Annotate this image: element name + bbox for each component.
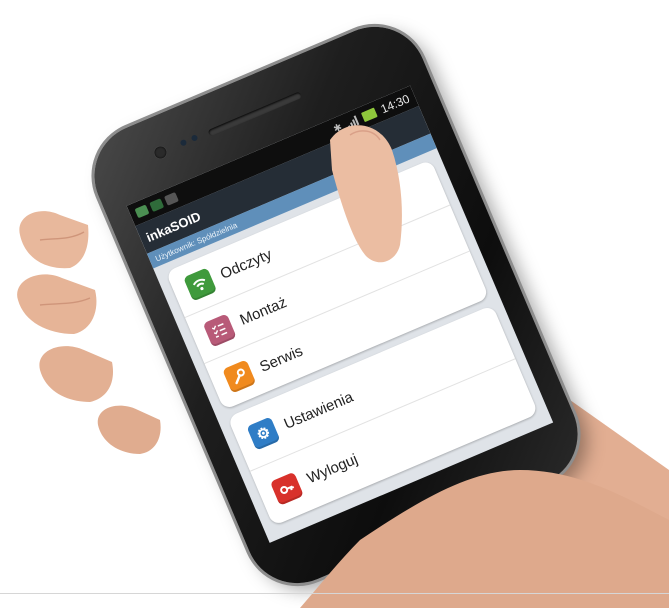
wifi-icon <box>182 266 218 302</box>
checklist-icon <box>202 312 237 348</box>
menu-item-label: Odczyty <box>217 245 275 283</box>
notification-icon <box>134 204 150 219</box>
bluetooth-icon: ✱ <box>331 121 344 135</box>
key-icon <box>269 471 304 506</box>
wrench-icon <box>222 359 257 394</box>
signal-icon <box>345 115 360 129</box>
divider-line <box>0 593 669 594</box>
notification-icon <box>163 191 179 206</box>
menu-item-label: Serwis <box>257 342 306 376</box>
gear-icon: ⚙ <box>246 416 281 451</box>
battery-icon <box>360 107 378 123</box>
scene: ✱ 14:30 inkaSOID Użytkownik: Spółdzielni… <box>0 0 669 608</box>
phone: ✱ 14:30 inkaSOID Użytkownik: Spółdzielni… <box>78 10 594 600</box>
menu-item-label: Montaż <box>237 293 290 329</box>
menu-item-label: Wyloguj <box>304 450 361 488</box>
notification-icon <box>149 198 165 213</box>
menu-item-label: Ustawienia <box>281 388 356 433</box>
